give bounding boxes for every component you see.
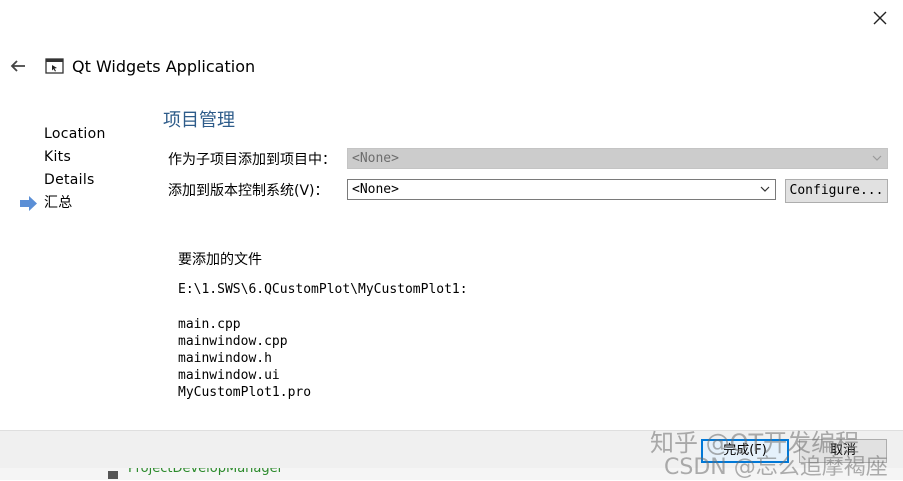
close-button[interactable]: [868, 6, 892, 30]
project-icon: [108, 471, 118, 479]
back-button[interactable]: [8, 56, 28, 76]
background-ide-text: ProjectDevelopManager: [128, 468, 283, 476]
watermark-csdn: CSDN @忘么追摩褐座: [664, 455, 888, 480]
step-details: Details: [44, 172, 95, 188]
qt-app-icon: [45, 58, 64, 75]
chevron-down-icon: [760, 186, 770, 192]
file-item: mainwindow.cpp: [178, 334, 288, 349]
close-icon: [873, 11, 887, 25]
file-item: mainwindow.ui: [178, 368, 280, 383]
file-item: MyCustomPlot1.pro: [178, 385, 312, 400]
wizard-title: Qt Widgets Application: [72, 57, 256, 76]
step-summary: 汇总: [20, 192, 106, 215]
configure-button[interactable]: Configure...: [785, 179, 888, 203]
files-to-add-heading: 要添加的文件: [178, 252, 262, 268]
page-title: 项目管理: [163, 110, 235, 131]
project-path: E:\1.SWS\6.QCustomPlot\MyCustomPlot1:: [178, 282, 468, 297]
file-list: main.cpp mainwindow.cpp mainwindow.h mai…: [178, 316, 311, 401]
subproject-select: <None>: [347, 148, 888, 169]
vcs-value: <None>: [352, 182, 399, 197]
subproject-value: <None>: [352, 151, 399, 166]
vcs-select[interactable]: <None>: [347, 179, 776, 200]
wizard-steps: Location Kits Details 汇总: [20, 123, 106, 215]
step-summary-label: 汇总: [44, 195, 73, 211]
chevron-down-icon: [872, 155, 882, 161]
step-location: Location: [44, 126, 106, 142]
current-step-arrow-icon: [20, 196, 37, 211]
subproject-label: 作为子项目添加到项目中：: [168, 152, 336, 168]
file-item: mainwindow.h: [178, 351, 272, 366]
step-kits: Kits: [44, 149, 72, 165]
arrow-left-icon: [10, 60, 25, 72]
vcs-label: 添加到版本控制系统(V)：: [168, 183, 329, 199]
file-item: main.cpp: [178, 317, 241, 332]
